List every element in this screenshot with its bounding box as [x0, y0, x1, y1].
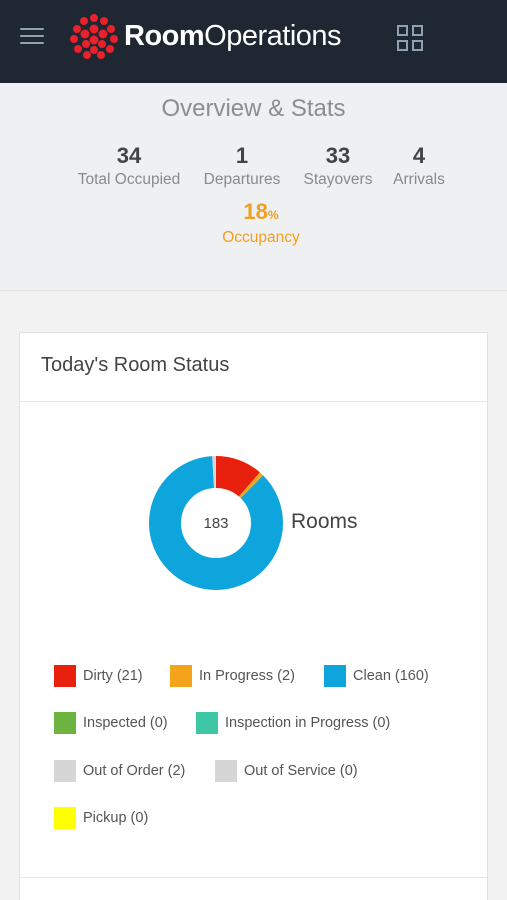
stat-value: 4 [412, 143, 426, 168]
legend-swatch [170, 665, 192, 687]
legend-label: Out of Service (0) [244, 763, 358, 779]
stat-stayovers: 33 Stayovers [298, 143, 378, 191]
stat-value: 33 [325, 143, 351, 168]
stat-label: Departures [203, 171, 281, 188]
legend-label: Pickup (0) [83, 810, 149, 826]
legend-item-out-of-order[interactable]: Out of Order (2) [54, 760, 185, 782]
top-bar: RoomOperations [0, 0, 507, 83]
stat-label: Arrivals [393, 171, 445, 188]
legend-item-inspection-in-progress[interactable]: Inspection in Progress (0) [196, 712, 390, 734]
legend-swatch [54, 665, 76, 687]
legend-label: Out of Order (2) [83, 763, 186, 779]
occupancy-label: Occupancy [222, 229, 300, 246]
stat-departures: 1 Departures [200, 143, 284, 191]
occupancy-unit: % [267, 208, 279, 222]
divider [20, 401, 487, 402]
overview-panel: Overview & Stats 34 Total Occupied 1 Dep… [0, 83, 507, 291]
hamburger-icon[interactable] [20, 28, 44, 46]
legend-item-inspected[interactable]: Inspected (0) [54, 712, 168, 734]
legend-label: In Progress (2) [199, 668, 295, 684]
legend-item-dirty[interactable]: Dirty (21) [54, 665, 143, 687]
legend-label: Clean (160) [353, 668, 429, 684]
grid-icon[interactable] [397, 25, 423, 51]
room-status-card: Today's Room Status 183 Rooms Dirty (21)… [19, 332, 488, 900]
legend-label: Inspection in Progress (0) [225, 715, 391, 731]
legend-swatch [54, 712, 76, 734]
stat-value: 1 [235, 143, 249, 168]
legend-item-in-progress[interactable]: In Progress (2) [170, 665, 295, 687]
brand-name: RoomOperations [124, 20, 342, 52]
stat-value: 34 [116, 143, 142, 168]
legend-swatch [215, 760, 237, 782]
stat-total-occupied: 34 Total Occupied [74, 143, 184, 191]
legend-swatch [54, 760, 76, 782]
legend-label: Inspected (0) [83, 715, 168, 731]
occupancy-stat: 18% Occupancy [0, 199, 507, 251]
legend-item-pickup[interactable]: Pickup (0) [54, 807, 148, 829]
occupancy-value: 18 [243, 199, 268, 224]
legend-label: Dirty (21) [83, 668, 143, 684]
stat-label: Total Occupied [77, 171, 181, 188]
stat-arrivals: 4 Arrivals [388, 143, 450, 191]
card-title: Today's Room Status [41, 354, 230, 376]
legend-swatch [196, 712, 218, 734]
divider [20, 877, 487, 878]
stat-label: Stayovers [303, 171, 373, 188]
legend-item-out-of-service[interactable]: Out of Service (0) [215, 760, 358, 782]
legend-swatch [324, 665, 346, 687]
logo-icon [70, 14, 118, 59]
rooms-label: Rooms [291, 510, 358, 533]
overview-title: Overview & Stats [161, 95, 346, 122]
legend-item-clean[interactable]: Clean (160) [324, 665, 429, 687]
donut-total: 183 [203, 514, 229, 532]
legend-swatch [54, 807, 76, 829]
